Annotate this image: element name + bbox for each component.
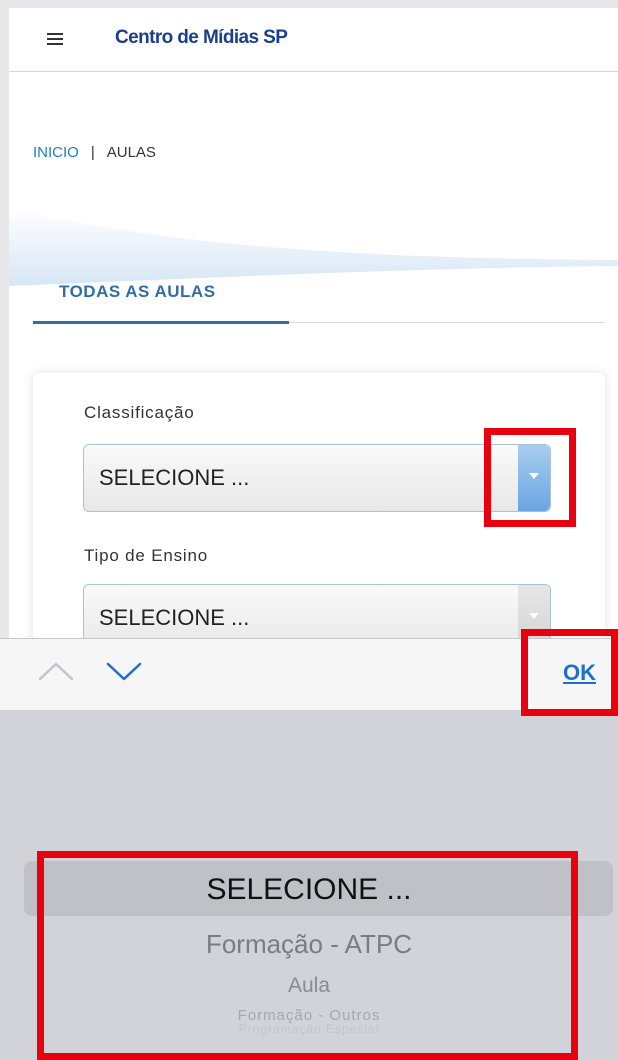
classificacao-value: SELECIONE ...	[99, 465, 250, 490]
chevron-down-icon[interactable]	[106, 661, 142, 681]
breadcrumb-home-link[interactable]: INICIO	[33, 144, 79, 161]
tipo-de-ensino-value: SELECIONE ...	[99, 605, 250, 630]
highlight-box-picker	[37, 851, 578, 1060]
chevron-down-icon	[529, 613, 539, 619]
breadcrumb-current: AULAS	[106, 144, 156, 161]
menu-icon[interactable]	[47, 33, 63, 45]
web-page: Centro de Mídias SP INICIO | AULAS TODAS A…	[9, 8, 618, 640]
highlight-box-dropdown-arrow	[484, 428, 576, 527]
top-bar: Centro de Mídias SP	[9, 8, 618, 72]
decorative-wave	[9, 208, 618, 288]
breadcrumb: INICIO | AULAS	[33, 144, 156, 161]
highlight-box-ok	[521, 629, 618, 716]
tab-todas-as-aulas[interactable]: TODAS AS AULAS	[59, 282, 216, 302]
classificacao-label: Classificação	[84, 403, 195, 422]
tipo-de-ensino-label: Tipo de Ensino	[84, 546, 208, 565]
breadcrumb-separator: |	[90, 144, 95, 161]
active-tab-indicator	[33, 321, 289, 324]
site-logo[interactable]: Centro de Mídias SP	[115, 27, 288, 49]
classificacao-select[interactable]: SELECIONE ...	[83, 444, 551, 512]
chevron-up-icon[interactable]	[38, 661, 74, 681]
tipo-de-ensino-select[interactable]: SELECIONE ...	[83, 584, 551, 640]
